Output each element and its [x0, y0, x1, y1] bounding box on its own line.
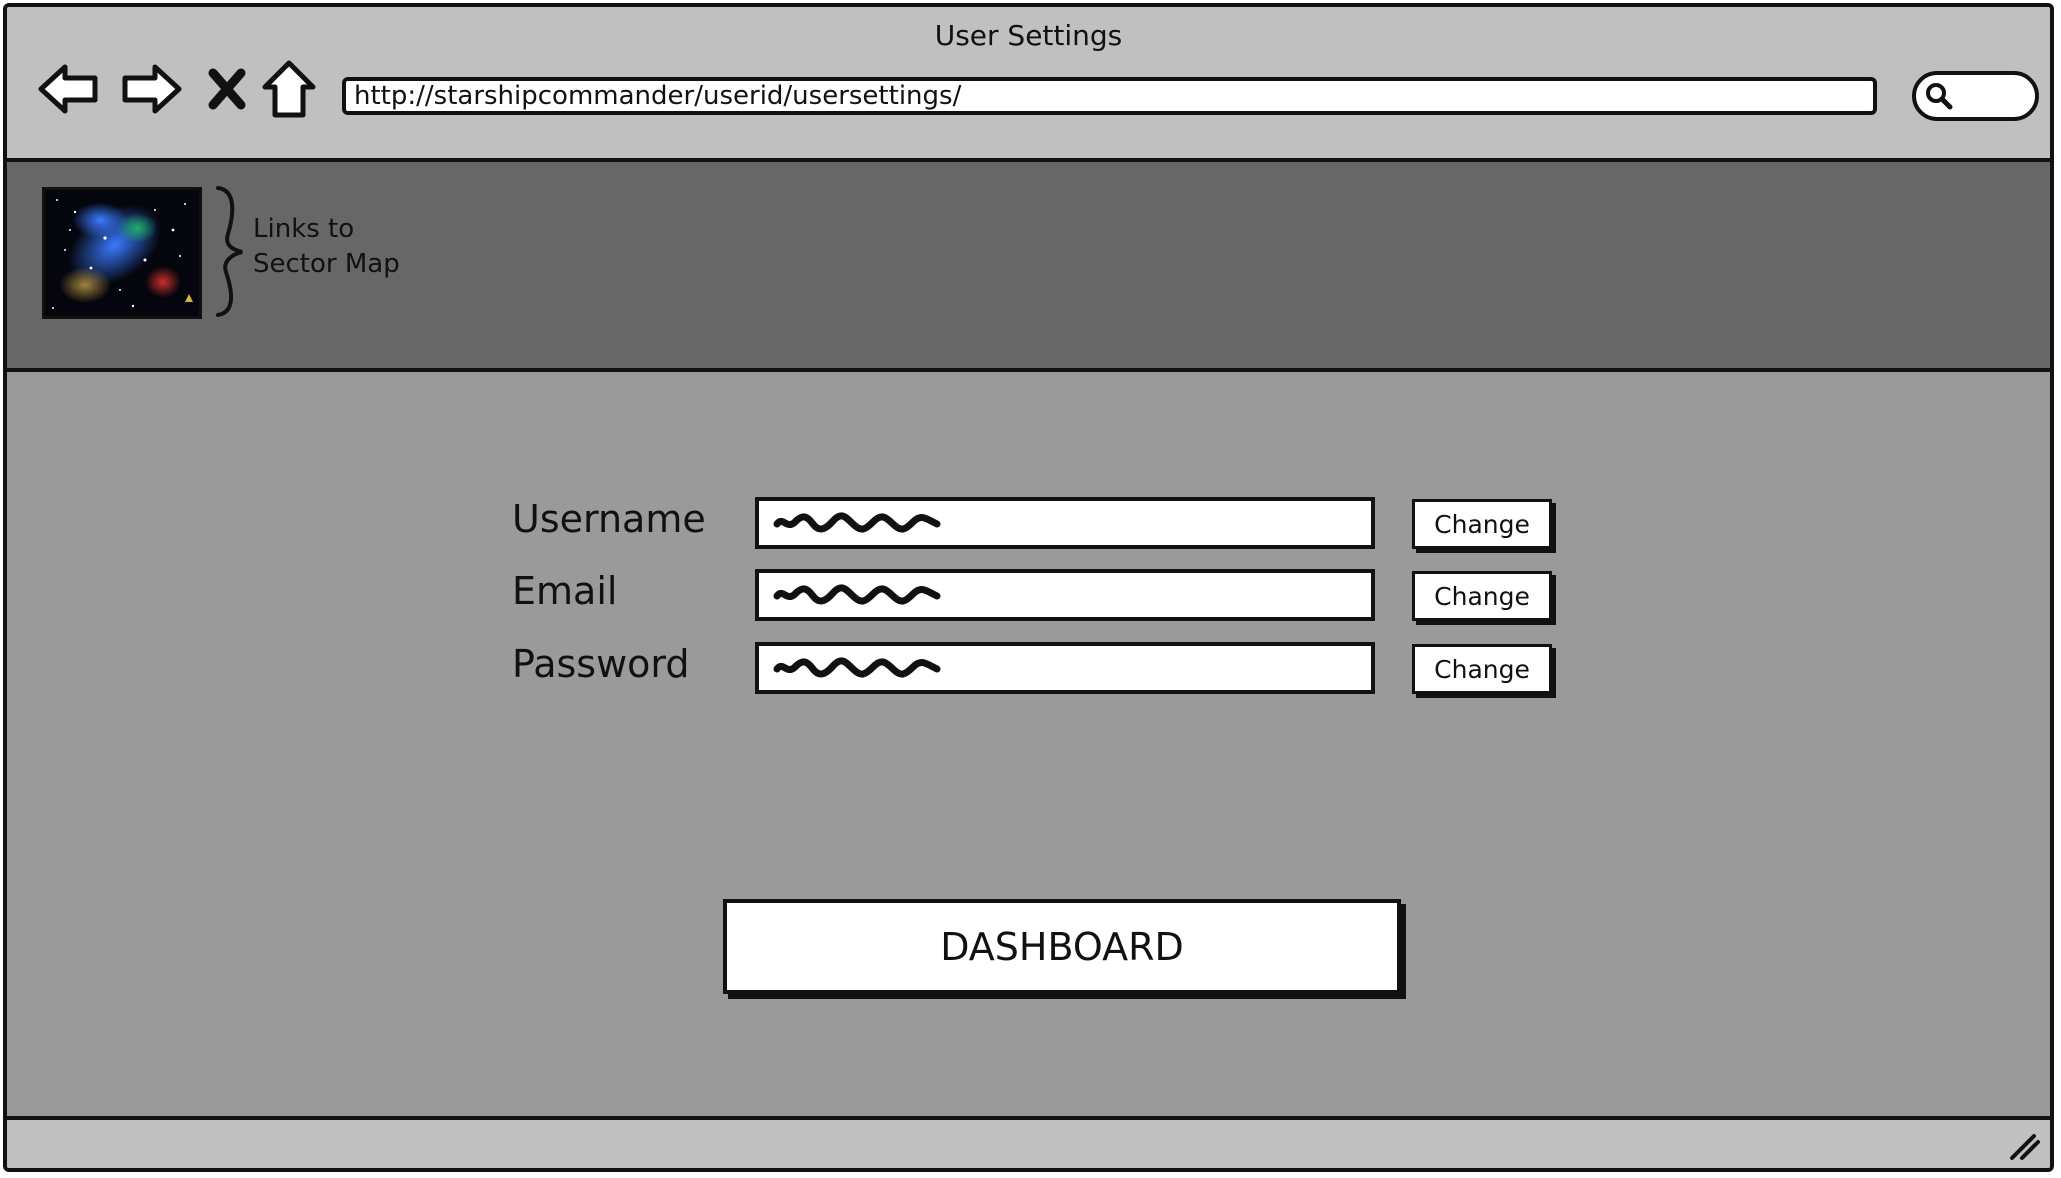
change-username-button[interactable]: Change [1412, 499, 1552, 549]
sector-map-thumbnail[interactable] [42, 187, 202, 319]
password-field[interactable] [755, 642, 1375, 694]
status-bar [7, 1116, 2050, 1168]
home-icon [262, 60, 316, 118]
dashboard-button[interactable]: DASHBOARD [723, 899, 1401, 994]
browser-search-input[interactable] [1912, 71, 2039, 121]
username-field[interactable] [755, 497, 1375, 549]
window-title: User Settings [934, 19, 1123, 52]
username-label: Username [512, 497, 706, 541]
stop-button[interactable] [195, 57, 259, 121]
resize-grip-icon[interactable] [2006, 1126, 2042, 1162]
page-header: Links to Sector Map [7, 162, 2050, 372]
browser-window: User Settings http://starshipcommander/u… [3, 3, 2054, 1172]
browser-toolbar: User Settings http://starshipcommander/u… [7, 7, 2050, 162]
curly-brace-annotation [216, 186, 243, 317]
email-field[interactable] [755, 569, 1375, 621]
back-button[interactable] [37, 57, 101, 121]
change-email-button[interactable]: Change [1412, 571, 1552, 621]
forward-arrow-icon [122, 64, 182, 114]
email-label: Email [512, 569, 618, 613]
password-label: Password [512, 642, 690, 686]
home-button[interactable] [257, 57, 321, 121]
galaxy-sector-map-image [45, 190, 199, 316]
settings-content: Username Change Email Change Password Ch… [7, 372, 2050, 1127]
annotation-line-1: Links to [253, 214, 355, 244]
change-password-button[interactable]: Change [1412, 644, 1552, 694]
address-bar[interactable]: http://starshipcommander/userid/usersett… [342, 77, 1877, 115]
close-x-icon [208, 68, 246, 110]
masked-value-scribble [773, 584, 941, 605]
masked-value-scribble [773, 512, 941, 533]
masked-value-scribble [773, 657, 941, 678]
search-icon [1926, 83, 1953, 110]
sector-map-annotation: Links to Sector Map [253, 212, 400, 282]
annotation-line-2: Sector Map [253, 249, 400, 279]
forward-button[interactable] [119, 57, 183, 121]
back-arrow-icon [38, 64, 98, 114]
